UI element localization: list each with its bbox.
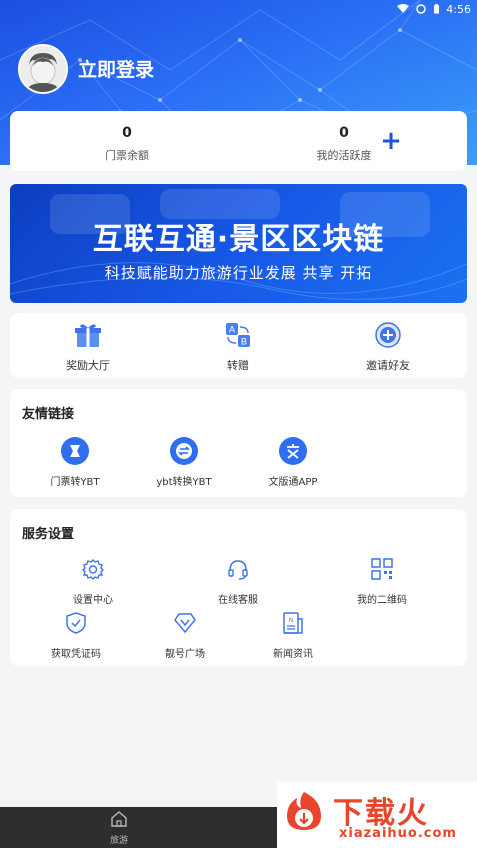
banner-title: 互联互通·景区区块链 [92, 222, 385, 257]
promo-banner[interactable]: 互联互通·景区区块链 科技赋能助力旅游行业发展 共享 开拓 [10, 184, 467, 303]
link-ybt-exchange[interactable]: ybt转换YBT [129, 437, 239, 488]
avatar-icon [20, 46, 66, 92]
reward-hall-label: 奖励大厅 [66, 359, 110, 372]
home-icon [111, 811, 127, 827]
online-support-label: 在线客服 [218, 595, 258, 606]
get-voucher-code-button[interactable]: 获取凭证码 [21, 611, 131, 660]
links-section: 友情链接 门票转YBT ybt转换YBT 文版通APP [10, 389, 467, 497]
link-wenbantong[interactable]: 文版通APP [238, 437, 348, 488]
services-section: 服务设置 设置中心 在线客服 我的二维码 获取凭证码 靓号广场 N 新闻资讯 [10, 509, 467, 666]
svg-text:A: A [229, 325, 235, 335]
ticket-ybt-icon [61, 437, 89, 465]
my-qrcode-label: 我的二维码 [357, 595, 407, 606]
transfer-label: 转赠 [227, 359, 249, 372]
wifi-icon [397, 4, 410, 13]
news-icon: N [283, 612, 303, 634]
login-link[interactable]: 立即登录 [78, 55, 154, 82]
settings-center-label: 设置中心 [73, 595, 113, 606]
wenbantong-icon [279, 437, 307, 465]
links-section-title: 友情链接 [22, 407, 75, 422]
online-support-button[interactable]: 在线客服 [183, 557, 293, 606]
link-ticket-ybt-label: 门票转YBT [50, 477, 100, 488]
watermark-text-en: xiazaihuo.com [339, 826, 457, 841]
lucky-number-square-label: 靓号广场 [165, 649, 205, 660]
news-label: 新闻资讯 [273, 649, 313, 660]
gift-icon [75, 324, 101, 347]
ticket-balance-value: 0 [122, 125, 132, 141]
transfer-button[interactable]: A B 转赠 [178, 321, 298, 373]
shield-check-icon [66, 612, 86, 634]
invite-friends-button[interactable]: 邀请好友 [328, 321, 448, 373]
invite-icon [375, 322, 401, 348]
diamond-icon [174, 613, 196, 634]
stats-card: 0 门票余额 0 我的活跃度 + [10, 111, 467, 171]
svg-text:N: N [289, 618, 293, 624]
settings-center-button[interactable]: 设置中心 [38, 557, 148, 606]
watermark: 下载火 xiazaihuo.com [277, 782, 477, 848]
qrcode-icon [371, 558, 393, 580]
banner-subtitle: 科技赋能助力旅游行业发展 共享 开拓 [104, 264, 373, 282]
nav-tab-travel-label: 旅游 [109, 836, 128, 846]
status-bar: 4:56 [397, 0, 471, 18]
quick-actions: 奖励大厅 A B 转赠 邀请好友 [10, 313, 467, 378]
services-section-title: 服务设置 [22, 527, 75, 542]
news-button[interactable]: N 新闻资讯 [238, 611, 348, 660]
svg-text:B: B [241, 337, 247, 347]
ticket-balance-label: 门票余额 [105, 149, 149, 162]
my-qrcode-button[interactable]: 我的二维码 [327, 557, 437, 606]
exchange-icon [170, 437, 198, 465]
reward-hall-button[interactable]: 奖励大厅 [28, 321, 148, 373]
gear-icon [82, 559, 104, 580]
status-time: 4:56 [446, 2, 471, 16]
signal-icon [416, 4, 427, 14]
link-ybt-exchange-label: ybt转换YBT [156, 477, 212, 488]
nav-tab-travel[interactable]: 旅游 [94, 810, 144, 846]
lucky-number-square-button[interactable]: 靓号广场 [130, 611, 240, 660]
link-wenbantong-label: 文版通APP [268, 477, 318, 488]
watermark-logo-icon [287, 792, 321, 830]
avatar[interactable] [18, 44, 68, 94]
headset-icon [228, 560, 248, 580]
ticket-balance[interactable]: 0 门票余额 [47, 125, 207, 163]
invite-friends-label: 邀请好友 [366, 359, 410, 372]
get-voucher-code-label: 获取凭证码 [51, 649, 101, 660]
transfer-icon: A B [226, 323, 250, 347]
battery-icon [434, 4, 440, 14]
plus-icon[interactable]: + [380, 128, 402, 154]
link-ticket-ybt[interactable]: 门票转YBT [20, 437, 130, 488]
